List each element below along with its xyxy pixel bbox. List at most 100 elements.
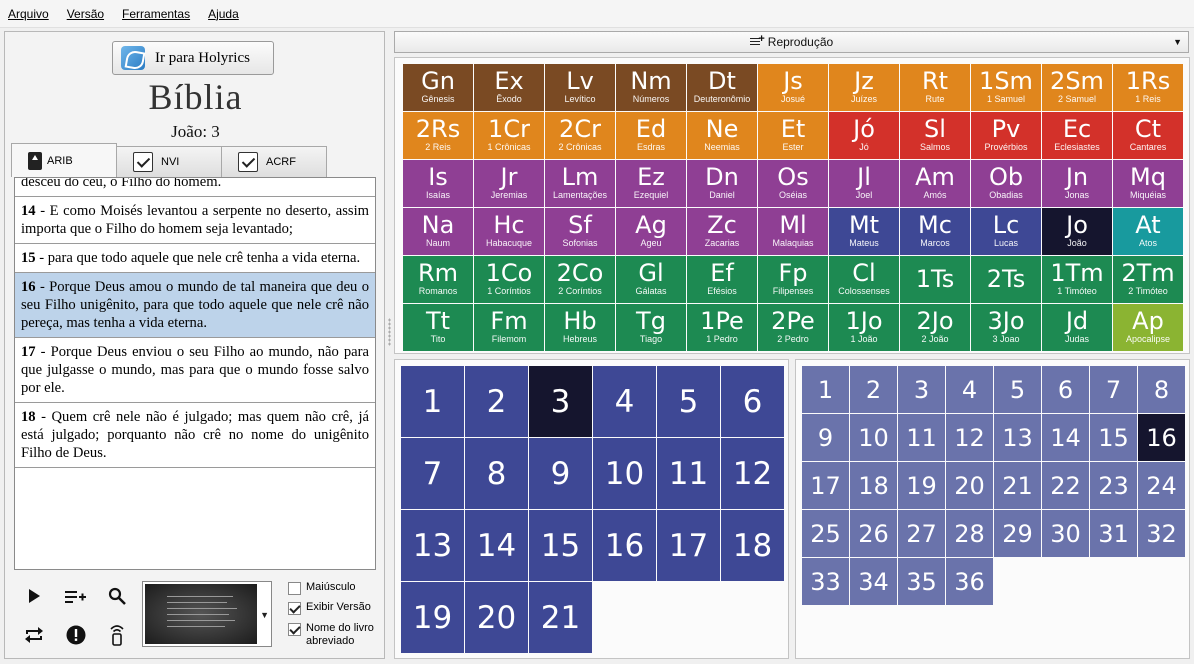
tab-nvi[interactable]: NVI: [116, 146, 222, 177]
verse-number-button[interactable]: 3: [898, 366, 945, 413]
book-button-is[interactable]: Is Isaías: [403, 160, 473, 207]
nvi-checkbox[interactable]: [133, 152, 153, 172]
chapter-button[interactable]: 1: [401, 366, 464, 437]
book-button-2rs[interactable]: 2Rs 2 Reis: [403, 112, 473, 159]
book-button-jo[interactable]: Jo João: [1042, 208, 1112, 255]
book-button-2ts[interactable]: 2Ts: [971, 256, 1041, 303]
book-button-lc[interactable]: Lc Lucas: [971, 208, 1041, 255]
book-button-jr[interactable]: Jr Jeremias: [474, 160, 544, 207]
chapter-button[interactable]: 10: [593, 438, 656, 509]
verse-list[interactable]: desceu do céu, o Filho do homem. 14 - E …: [14, 177, 376, 570]
book-button-sf[interactable]: Sf Sofonias: [545, 208, 615, 255]
verse-number-button[interactable]: 2: [850, 366, 897, 413]
verse-number-button[interactable]: 35: [898, 558, 945, 605]
search-button[interactable]: [103, 582, 131, 610]
verse-item[interactable]: 17 - Porque Deus enviou o seu Filho ao m…: [15, 338, 375, 403]
tab-arib[interactable]: ARIB: [11, 143, 117, 177]
book-button-ct[interactable]: Ct Cantares: [1113, 112, 1183, 159]
verse-number-button[interactable]: 26: [850, 510, 897, 557]
chapter-button[interactable]: 4: [593, 366, 656, 437]
book-button-zc[interactable]: Zc Zacarias: [687, 208, 757, 255]
book-button-pv[interactable]: Pv Provérbios: [971, 112, 1041, 159]
verse-number-button[interactable]: 28: [946, 510, 993, 557]
verse-number-button[interactable]: 25: [802, 510, 849, 557]
menu-ajuda[interactable]: Ajuda: [208, 7, 239, 21]
verse-number-button[interactable]: 1: [802, 366, 849, 413]
tab-acrf[interactable]: ACRF: [221, 146, 327, 177]
book-button-jd[interactable]: Jd Judas: [1042, 304, 1112, 351]
book-button-ec[interactable]: Ec Eclesiastes: [1042, 112, 1112, 159]
verse-number-button[interactable]: 16: [1138, 414, 1185, 461]
verse-number-button[interactable]: 23: [1090, 462, 1137, 509]
book-button-ob[interactable]: Ob Obadias: [971, 160, 1041, 207]
book-button-fp[interactable]: Fp Filipenses: [758, 256, 828, 303]
book-button-na[interactable]: Na Naum: [403, 208, 473, 255]
book-button-fm[interactable]: Fm Filemom: [474, 304, 544, 351]
menu-arquivo[interactable]: Arquivo: [8, 7, 49, 21]
menu-versao[interactable]: Versão: [67, 7, 104, 21]
book-button-mq[interactable]: Mq Miquéias: [1113, 160, 1183, 207]
nome-abreviado-checkbox[interactable]: [288, 623, 301, 636]
verse-number-button[interactable]: 10: [850, 414, 897, 461]
verse-number-button[interactable]: 7: [1090, 366, 1137, 413]
book-button-3jo[interactable]: 3Jo 3 Joao: [971, 304, 1041, 351]
book-button-tg[interactable]: Tg Tiago: [616, 304, 686, 351]
verse-number-button[interactable]: 21: [994, 462, 1041, 509]
chapter-button[interactable]: 20: [465, 582, 528, 653]
verse-item[interactable]: 14 - E como Moisés levantou a serpente n…: [15, 197, 375, 244]
verse-number-button[interactable]: 34: [850, 558, 897, 605]
verse-number-button[interactable]: 9: [802, 414, 849, 461]
verse-number-button[interactable]: 22: [1042, 462, 1089, 509]
book-button-jl[interactable]: Jl Joel: [829, 160, 899, 207]
book-button-cl[interactable]: Cl Colossenses: [829, 256, 899, 303]
book-button-jz[interactable]: Jz Juízes: [829, 64, 899, 111]
verse-number-button[interactable]: 4: [946, 366, 993, 413]
chapter-button[interactable]: 6: [721, 366, 784, 437]
book-button-1cr[interactable]: 1Cr 1 Crônicas: [474, 112, 544, 159]
verse-number-button[interactable]: 33: [802, 558, 849, 605]
chapter-button[interactable]: 2: [465, 366, 528, 437]
chapter-button[interactable]: 11: [657, 438, 720, 509]
book-button-rt[interactable]: Rt Rute: [900, 64, 970, 111]
verse-number-button[interactable]: 11: [898, 414, 945, 461]
book-button-mc[interactable]: Mc Marcos: [900, 208, 970, 255]
playback-dropdown[interactable]: Reprodução ▼: [394, 31, 1189, 53]
chapter-button[interactable]: 5: [657, 366, 720, 437]
book-button-dt[interactable]: Dt Deuteronômio: [687, 64, 757, 111]
alert-button[interactable]: [62, 621, 90, 649]
book-button-dn[interactable]: Dn Daniel: [687, 160, 757, 207]
book-button-gn[interactable]: Gn Gênesis: [403, 64, 473, 111]
chapter-button[interactable]: 19: [401, 582, 464, 653]
panel-splitter[interactable]: [388, 318, 391, 346]
book-button-ex[interactable]: Ex Êxodo: [474, 64, 544, 111]
book-button-js[interactable]: Js Josué: [758, 64, 828, 111]
book-button-ef[interactable]: Ef Efésios: [687, 256, 757, 303]
book-button-sl[interactable]: Sl Salmos: [900, 112, 970, 159]
book-button-ez[interactable]: Ez Ezequiel: [616, 160, 686, 207]
book-button-os[interactable]: Os Oséias: [758, 160, 828, 207]
chapter-button[interactable]: 3: [529, 366, 592, 437]
verse-number-button[interactable]: 6: [1042, 366, 1089, 413]
book-button-ne[interactable]: Ne Neemias: [687, 112, 757, 159]
chapter-button[interactable]: 16: [593, 510, 656, 581]
play-button[interactable]: [20, 582, 48, 610]
book-button-2pe[interactable]: 2Pe 2 Pedro: [758, 304, 828, 351]
chapter-button[interactable]: 18: [721, 510, 784, 581]
book-button-lv[interactable]: Lv Levítico: [545, 64, 615, 111]
book-button-2cr[interactable]: 2Cr 2 Crônicas: [545, 112, 615, 159]
book-button-2jo[interactable]: 2Jo 2 João: [900, 304, 970, 351]
menu-ferramentas[interactable]: Ferramentas: [122, 7, 190, 21]
verse-number-button[interactable]: 29: [994, 510, 1041, 557]
verse-number-button[interactable]: 27: [898, 510, 945, 557]
verse-number-button[interactable]: 15: [1090, 414, 1137, 461]
book-button-lm[interactable]: Lm Lamentações: [545, 160, 615, 207]
verse-item[interactable]: 18 - Quem crê nele não é julgado; mas qu…: [15, 403, 375, 468]
chapter-button[interactable]: 9: [529, 438, 592, 509]
book-button-2tm[interactable]: 2Tm 2 Timóteo: [1113, 256, 1183, 303]
verse-number-button[interactable]: 12: [946, 414, 993, 461]
chapter-button[interactable]: 17: [657, 510, 720, 581]
verse-number-button[interactable]: 8: [1138, 366, 1185, 413]
exibir-versao-checkbox[interactable]: [288, 602, 301, 615]
chapter-button[interactable]: 21: [529, 582, 592, 653]
book-button-1co[interactable]: 1Co 1 Coríntios: [474, 256, 544, 303]
